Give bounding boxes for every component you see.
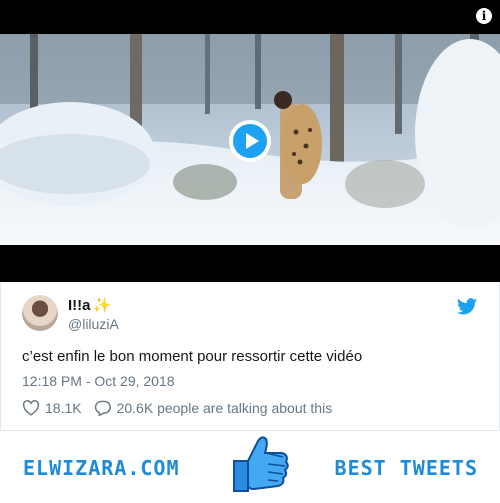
reply-bubble-icon[interactable] (94, 400, 112, 416)
author-name[interactable]: I!!a ✨ (68, 296, 111, 314)
sparkles-emoji: ✨ (92, 297, 112, 314)
thumbs-up-icon (233, 436, 289, 492)
tweet-actions: 18.1K 20.6K people are talking about thi… (22, 400, 332, 416)
video-letterbox-bottom (0, 245, 500, 282)
play-icon (233, 124, 267, 158)
embedded-video[interactable]: i (0, 0, 500, 282)
talking-count[interactable]: 20.6K people are talking about this (117, 400, 333, 416)
play-button[interactable] (229, 120, 271, 162)
video-letterbox-top: i (0, 0, 500, 34)
twitter-bird-icon[interactable] (457, 298, 477, 315)
tweet-card: I!!a ✨ @liluziA c’est enfin le bon moment… (0, 282, 500, 430)
author-name-text: I!!a (68, 297, 91, 314)
branding-footer: ELWIZARA.COM BEST TWEETS (0, 431, 500, 503)
brand-site-name: ELWIZARA.COM (23, 456, 180, 480)
tweet-text: c’est enfin le bon moment pour ressortir… (22, 348, 363, 365)
like-count: 18.1K (45, 400, 82, 416)
author-handle[interactable]: @liluziA (68, 316, 119, 332)
avatar[interactable] (22, 295, 58, 331)
info-icon[interactable]: i (476, 8, 492, 24)
brand-tagline: BEST TWEETS (334, 456, 478, 480)
tweet-timestamp[interactable]: 12:18 PM - Oct 29, 2018 (22, 373, 175, 389)
heart-icon[interactable] (22, 400, 40, 416)
